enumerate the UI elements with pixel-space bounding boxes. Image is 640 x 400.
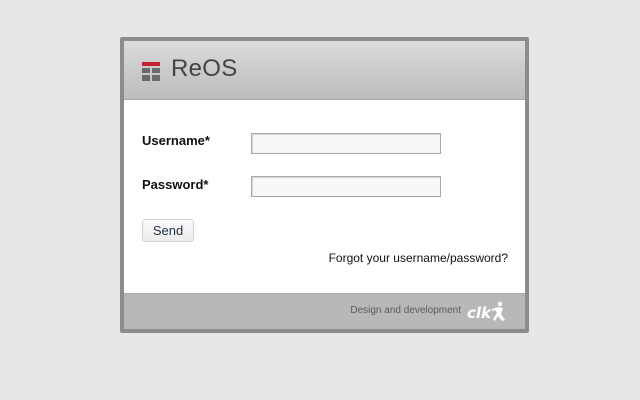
- svg-text:clk: clk: [467, 304, 492, 322]
- send-button[interactable]: Send: [142, 219, 194, 242]
- password-input[interactable]: [251, 176, 441, 197]
- password-label: Password*: [142, 177, 209, 192]
- username-label: Username*: [142, 133, 210, 148]
- header-bar: ReOS: [124, 41, 525, 100]
- username-input[interactable]: [251, 133, 441, 154]
- reos-logo-icon: [142, 62, 160, 81]
- footer-bar: Design and development clk: [124, 293, 525, 329]
- clk-logo-icon[interactable]: clk: [467, 300, 507, 324]
- forgot-credentials-link[interactable]: Forgot your username/password?: [329, 251, 508, 265]
- developer-credit: Design and development: [350, 305, 461, 316]
- app-title: ReOS: [171, 55, 238, 82]
- login-panel: ReOS Username* Password* Send Forgot you…: [120, 37, 529, 333]
